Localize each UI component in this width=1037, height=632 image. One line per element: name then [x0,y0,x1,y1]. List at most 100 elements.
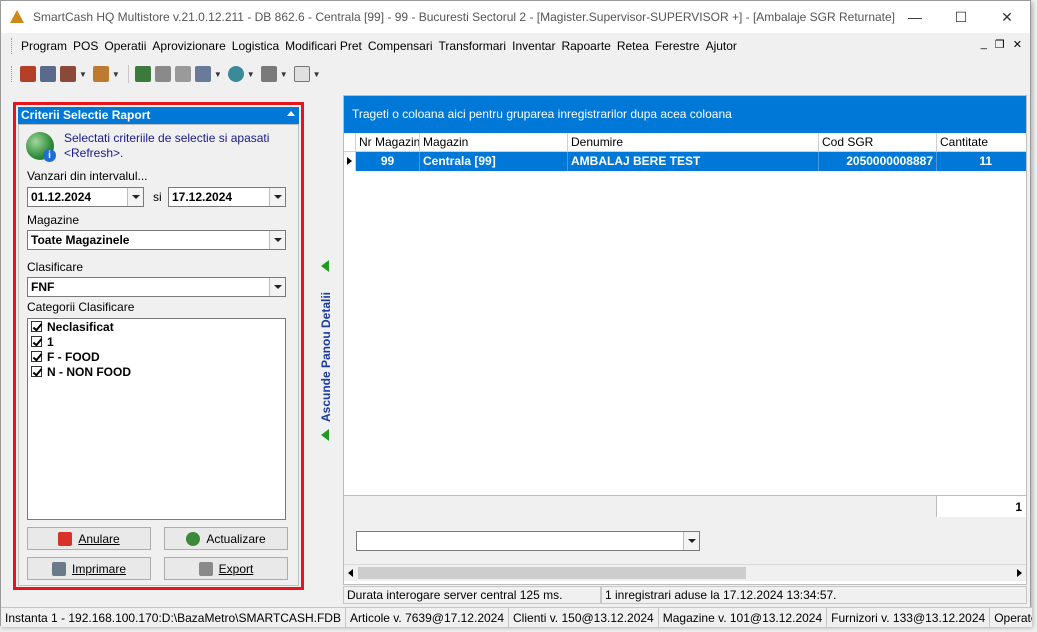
clasificare-dropdown-icon[interactable] [269,278,285,296]
grid-header: Nr Magazin Magazin Denumire Cod SGR Cant… [344,133,1026,152]
print-dropdown-icon[interactable]: ▼ [280,70,288,79]
truck-icon[interactable] [134,66,151,82]
checkbox-checked-icon[interactable] [31,366,42,377]
checkbox-checked-icon[interactable] [31,351,42,362]
menu-rapoarte[interactable]: Rapoarte [558,39,613,53]
globe-dropdown-icon[interactable]: ▼ [247,70,255,79]
filter-select[interactable] [356,531,700,551]
printer-icon [51,561,66,576]
cell-cantitate[interactable]: 11 [937,152,1026,171]
menu-logistica[interactable]: Logistica [229,39,282,53]
export-button[interactable]: Export [164,557,288,580]
list-item[interactable]: 1 [28,334,285,349]
list-item[interactable]: F - FOOD [28,349,285,364]
close-button[interactable]: ✕ [984,1,1030,33]
date-to-value: 17.12.2024 [172,190,233,204]
imprimare-button[interactable]: Imprimare [27,557,151,580]
users-dropdown-icon[interactable]: ▼ [79,70,87,79]
table-row[interactable]: 99 Centrala [99] AMBALAJ BERE TEST 20500… [344,152,1026,171]
scroll-left-icon[interactable] [348,569,353,577]
menu-retea[interactable]: Retea [614,39,652,53]
menu-pos[interactable]: POS [70,39,101,53]
list-item[interactable]: Neclasificat [28,319,285,334]
criteria-panel-header[interactable]: Criterii Selectie Raport [18,107,299,124]
mdi-restore-button[interactable]: ❐ [995,38,1005,51]
document-dropdown-icon[interactable]: ▼ [214,70,222,79]
date-to-field[interactable]: 17.12.2024 [168,187,286,207]
main-window: SmartCash HQ Multistore v.21.0.12.211 - … [0,0,1032,627]
mdi-close-button[interactable]: ✕ [1013,38,1022,51]
menu-program[interactable]: Program [18,39,70,53]
main-status-bar: Instanta 1 - 192.168.100.170:D:\BazaMetr… [1,607,1032,627]
categorii-listbox[interactable]: Neclasificat 1 F - FOOD N - NON FOOD [27,318,286,520]
criteria-panel-title: Criterii Selectie Raport [21,108,151,122]
menu-ferestre[interactable]: Ferestre [652,39,703,53]
categorii-label: Categorii Clasificare [27,300,135,314]
pos-icon[interactable] [40,66,56,82]
clasificare-value: FNF [31,280,55,294]
scroll-right-icon[interactable] [1017,569,1022,577]
scroll-thumb[interactable] [358,567,746,579]
arrow-left-icon[interactable] [321,429,329,441]
menu-transformari[interactable]: Transformari [436,39,510,53]
page-dropdown-icon[interactable]: ▼ [313,70,321,79]
column-header-nr-magazin[interactable]: Nr Magazin [356,133,420,152]
cash-register-icon[interactable] [20,66,36,82]
minimize-button[interactable]: — [892,1,938,33]
mdi-controls: _ ❐ ✕ [981,38,1022,51]
archive-icon[interactable] [174,66,191,82]
menu-ajutor[interactable]: Ajutor [703,39,740,53]
date-from-field[interactable]: 01.12.2024 [27,187,144,207]
magazine-dropdown-icon[interactable] [269,231,285,249]
anulare-button[interactable]: Anulare [27,527,151,550]
cancel-x-icon [58,531,73,546]
checkbox-checked-icon[interactable] [31,321,42,332]
category-label: 1 [47,334,54,349]
column-header-denumire[interactable]: Denumire [568,133,819,152]
date-to-dropdown-icon[interactable] [269,188,285,206]
details-splitter[interactable]: Ascunde Panou Detalii [311,102,339,582]
status-clienti: Clienti v. 150@13.12.2024 [509,608,659,627]
group-by-bar[interactable]: Trageti o coloana aici pentru gruparea i… [344,96,1026,133]
data-grid: Trageti o coloana aici pentru gruparea i… [343,95,1027,585]
menu-operatii[interactable]: Operatii [101,39,149,53]
arrow-left-icon[interactable] [321,260,329,272]
menu-inventar[interactable]: Inventar [509,39,558,53]
maximize-button[interactable]: ☐ [938,1,984,33]
current-row-icon [344,152,356,171]
cell-denumire[interactable]: AMBALAJ BERE TEST [568,152,819,171]
print-icon[interactable] [260,66,277,82]
menu-compensari[interactable]: Compensari [365,39,436,53]
globe-icon[interactable] [227,66,244,82]
column-header-magazin[interactable]: Magazin [420,133,568,152]
collapse-up-icon[interactable] [287,111,295,116]
column-header-cantitate[interactable]: Cantitate [937,133,1026,152]
clasificare-select[interactable]: FNF [27,277,286,297]
document-icon[interactable] [194,66,211,82]
filter-dropdown-icon[interactable] [683,532,699,550]
page-icon[interactable] [293,66,310,82]
menu-modificari-pret[interactable]: Modificari Pret [282,39,365,53]
date-from-dropdown-icon[interactable] [127,188,143,206]
user-settings-dropdown-icon[interactable]: ▼ [112,70,120,79]
category-label: F - FOOD [47,349,100,364]
actualizare-button[interactable]: Actualizare [164,527,288,550]
list-item[interactable]: N - NON FOOD [28,364,285,379]
actualizare-label: Actualizare [206,531,266,546]
user-settings-icon[interactable] [92,66,109,82]
column-header-cod-sgr[interactable]: Cod SGR [819,133,937,152]
export-icon [198,561,213,576]
category-label: Neclasificat [47,319,114,334]
horizontal-scrollbar[interactable] [344,564,1026,581]
users-icon[interactable] [60,66,76,82]
cell-nr-magazin[interactable]: 99 [356,152,420,171]
hide-details-label[interactable]: Ascunde Panou Detalii [319,292,333,422]
mdi-minimize-button[interactable]: _ [981,38,987,51]
folder-icon[interactable] [154,66,171,82]
interval-label: Vanzari din intervalul... [27,169,148,183]
cell-cod-sgr[interactable]: 2050000008887 [819,152,937,171]
cell-magazin[interactable]: Centrala [99] [420,152,568,171]
checkbox-checked-icon[interactable] [31,336,42,347]
menu-aprovizionare[interactable]: Aprovizionare [149,39,228,53]
magazine-select[interactable]: Toate Magazinele [27,230,286,250]
